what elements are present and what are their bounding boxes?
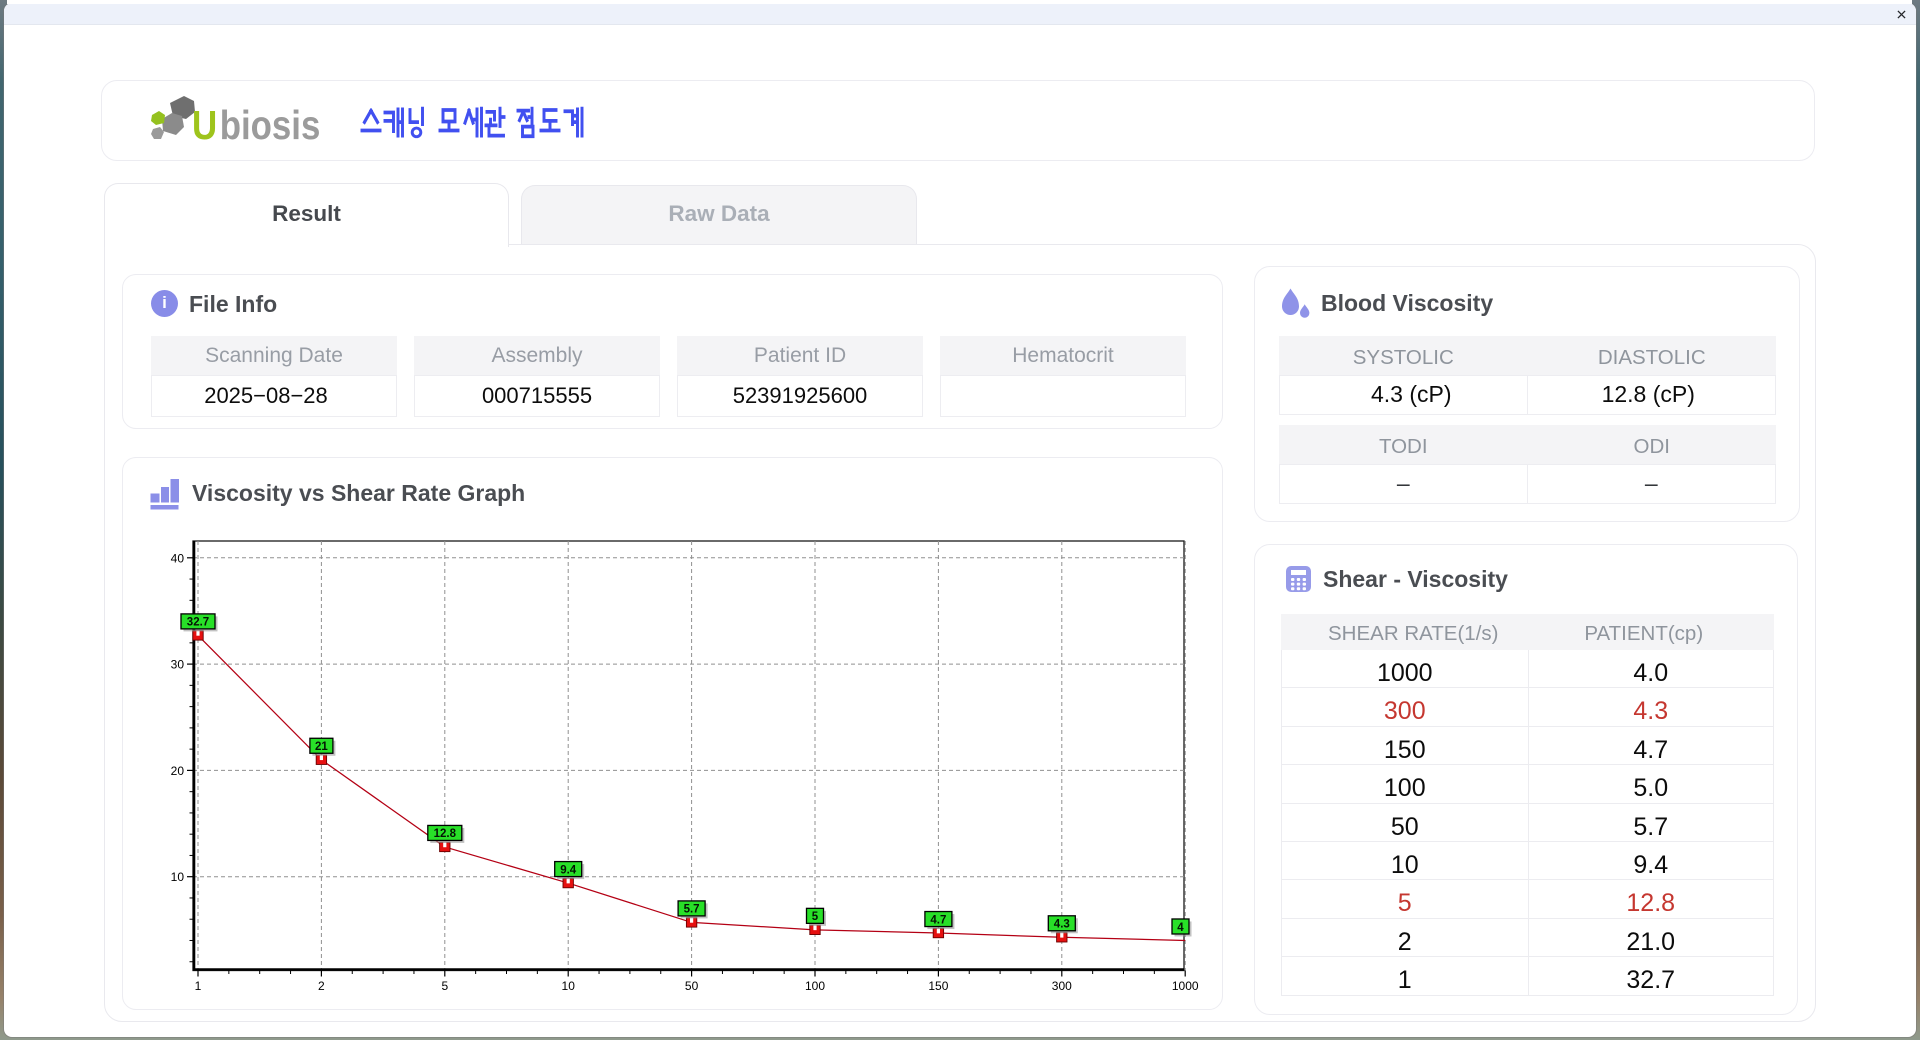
svg-text:5.7: 5.7 [684,904,700,916]
svg-text:9.4: 9.4 [560,864,577,876]
svg-text:30: 30 [171,658,185,672]
svg-text:21: 21 [315,741,328,753]
svg-text:12.8: 12.8 [434,828,457,840]
svg-text:20: 20 [171,764,185,778]
svg-text:100: 100 [805,979,825,993]
svg-text:4: 4 [1177,922,1184,934]
svg-text:5: 5 [441,979,448,993]
svg-text:40: 40 [171,551,185,565]
svg-text:50: 50 [685,979,699,993]
svg-text:10: 10 [562,979,576,993]
svg-text:4.3: 4.3 [1054,919,1070,931]
svg-text:10: 10 [171,870,185,884]
svg-text:32.7: 32.7 [187,617,209,629]
svg-text:1000: 1000 [1172,979,1199,993]
svg-text:Ubiosis: Ubiosis [192,103,320,148]
svg-text:150: 150 [928,979,948,993]
svg-text:5: 5 [812,911,819,923]
svg-text:1: 1 [195,979,202,993]
svg-text:4.7: 4.7 [930,914,946,926]
svg-text:300: 300 [1052,979,1072,993]
svg-text:2: 2 [318,979,325,993]
